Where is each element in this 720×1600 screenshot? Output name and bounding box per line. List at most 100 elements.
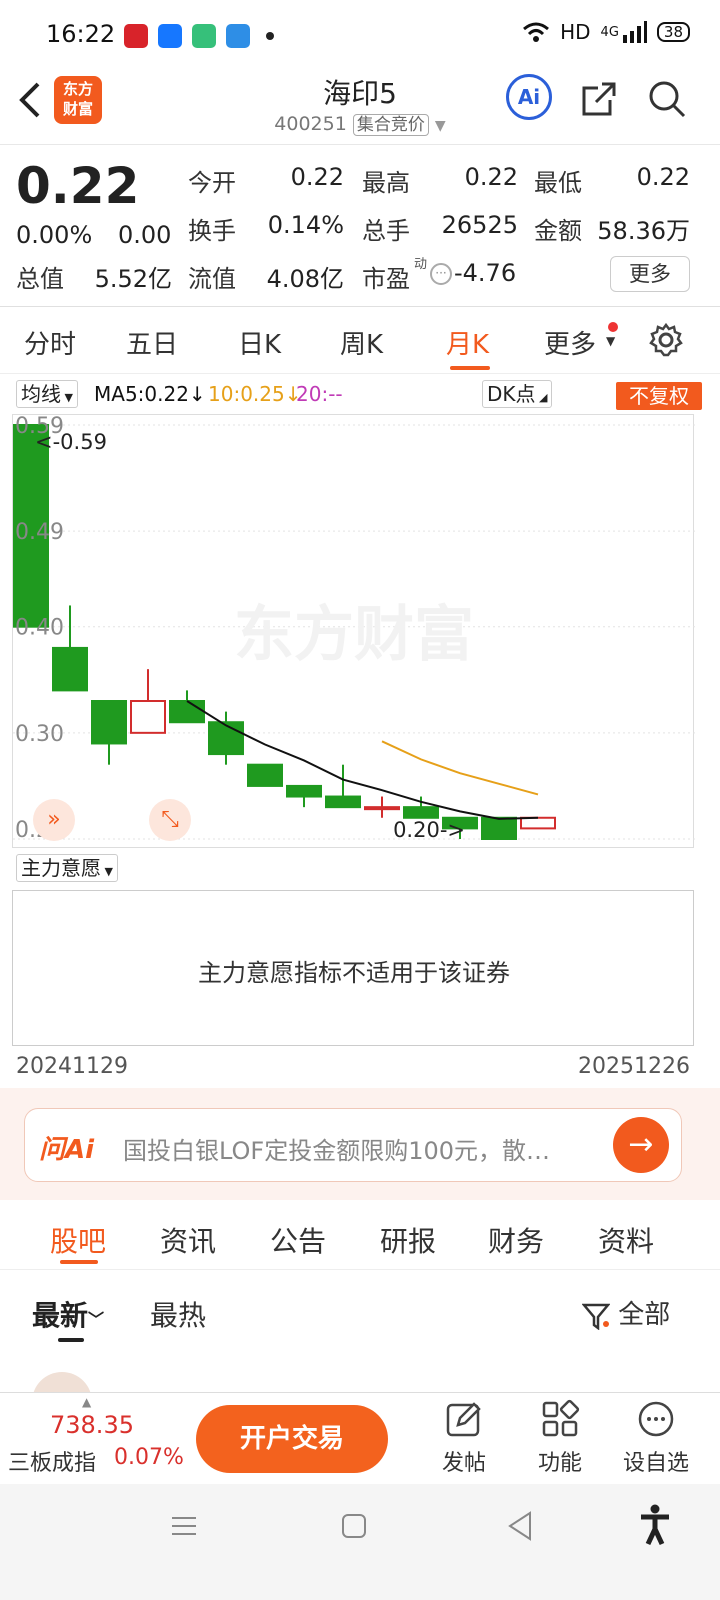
- indicator-select-label: 主力意愿: [21, 856, 101, 880]
- change-percent: 0.00%: [16, 221, 93, 249]
- filter-all-button[interactable]: 全部: [581, 1294, 671, 1331]
- telegram-icon: [226, 24, 250, 48]
- functions-label: 功能: [537, 1451, 582, 1476]
- sort-latest-label: 最新: [32, 1299, 89, 1332]
- chart-start-date: 20241129: [16, 1054, 128, 1079]
- y-tick-label: 0.49: [15, 520, 64, 545]
- tab-more[interactable]: 更多: [544, 324, 596, 361]
- candle-body: [403, 806, 439, 819]
- open-label: 今开: [188, 169, 236, 197]
- edit-icon: [446, 1402, 481, 1437]
- active-tab-indicator: [450, 366, 490, 370]
- change-value: 0.00: [118, 221, 172, 249]
- candle-body: [91, 700, 127, 745]
- candle-body: [325, 795, 361, 809]
- status-bar: 16:22 HD 4G 38: [0, 0, 720, 70]
- status-time: 16:22: [46, 20, 116, 48]
- turnover-label: 换手: [188, 217, 236, 245]
- ai-question-text: 国投白银LOF定投金额限购100元，散…: [123, 1137, 551, 1165]
- share-icon[interactable]: [580, 80, 618, 118]
- system-nav-bar: [0, 1484, 720, 1600]
- more-fields-button[interactable]: 更多: [610, 256, 690, 292]
- filter-all-label: 全部: [618, 1300, 671, 1330]
- accessibility-icon[interactable]: [638, 1504, 672, 1546]
- open-account-trade-button[interactable]: 开户交易: [196, 1405, 388, 1473]
- gear-icon[interactable]: [648, 322, 684, 358]
- index-name[interactable]: 三板成指: [8, 1445, 96, 1477]
- caret-down-icon: ▼: [61, 391, 73, 404]
- tab-guba[interactable]: 股吧: [50, 1220, 106, 1260]
- more-notifications-dot: [266, 32, 274, 40]
- tab-finance[interactable]: 财务: [488, 1220, 544, 1260]
- candle-body: [130, 700, 166, 734]
- indicator-panel: 主力意愿指标不适用于该证券: [12, 890, 694, 1046]
- sort-latest[interactable]: 最新﹀: [32, 1294, 104, 1334]
- caret-up-icon: ▲: [82, 1395, 92, 1409]
- caret-icon: ◢: [535, 391, 548, 404]
- fullscreen-icon[interactable]: ⤡: [149, 799, 191, 841]
- menu-icon[interactable]: [170, 1512, 198, 1540]
- amount-label: 金额: [534, 217, 582, 245]
- candle-body: [286, 784, 322, 798]
- section-tabs: 股吧 资讯 公告 研报 财务 资料: [0, 1200, 720, 1270]
- candle-body: [169, 700, 205, 724]
- candle-body: [481, 816, 517, 840]
- tab-daily-k[interactable]: 日K: [238, 324, 281, 361]
- ai-assistant-icon[interactable]: Ai: [506, 74, 552, 120]
- search-icon[interactable]: [648, 80, 686, 118]
- signal-label: 4G: [600, 24, 619, 40]
- home-icon[interactable]: [340, 1512, 368, 1540]
- tab-monthly-k[interactable]: 月K: [446, 324, 489, 361]
- tab-research[interactable]: 研报: [380, 1220, 436, 1260]
- tab-weekly-k[interactable]: 周K: [340, 324, 383, 361]
- tab-news[interactable]: 资讯: [160, 1220, 216, 1260]
- tab-profile[interactable]: 资料: [598, 1220, 654, 1260]
- sort-hot[interactable]: 最热: [150, 1294, 206, 1334]
- kline-chart[interactable]: 东方财富0.590.490.400.300.20<-0.590.20-> » ⤡: [12, 414, 695, 848]
- ma10-line: [381, 740, 539, 796]
- notification-app-icon: [124, 24, 148, 48]
- arrow-right-icon[interactable]: →: [613, 1117, 669, 1173]
- post-label: 发帖: [441, 1451, 486, 1476]
- new-badge-dot: [608, 322, 618, 332]
- tab-announcements[interactable]: 公告: [270, 1220, 326, 1260]
- candle-body: [52, 646, 88, 692]
- indicator-message: 主力意愿指标不适用于该证券: [198, 959, 510, 987]
- functions-button[interactable]: 功能: [520, 1399, 600, 1477]
- add-watchlist-button[interactable]: 设自选: [616, 1399, 696, 1477]
- float-cap-label: 流值: [188, 265, 236, 293]
- high-value: 0.22: [464, 163, 518, 191]
- tab-five-day[interactable]: 五日: [126, 324, 178, 361]
- chart-end-date: 20251226: [578, 1054, 690, 1079]
- add-watchlist-label: 设自选: [622, 1451, 689, 1476]
- ask-ai-logo: 问Ai: [39, 1135, 95, 1165]
- quote-panel: 0.22 0.00% 0.00 今开 0.22 最高 0.22 最低 0.22 …: [0, 145, 720, 307]
- expand-left-icon[interactable]: »: [33, 799, 75, 841]
- candle-body: [208, 721, 244, 756]
- post-button[interactable]: 发帖: [424, 1399, 504, 1477]
- signal-icon: [622, 21, 647, 43]
- dk-point-select[interactable]: DK点 ◢: [482, 380, 553, 408]
- ai-question-bar[interactable]: 问Ai 国投白银LOF定投金额限购100元，散… →: [24, 1108, 682, 1182]
- chart-watermark: 东方财富: [234, 600, 474, 670]
- ai-question-band: 问Ai 国投白银LOF定投金额限购100元，散… →: [0, 1088, 720, 1200]
- max-price-label: <-0.59: [35, 430, 107, 454]
- auction-tag[interactable]: 集合竞价: [352, 114, 429, 136]
- info-dots-icon[interactable]: ···: [430, 263, 452, 285]
- ma-select[interactable]: 均线 ▼: [16, 380, 78, 408]
- tab-intraday[interactable]: 分时: [24, 324, 76, 361]
- volume-value: 26525: [441, 211, 518, 239]
- back-nav-icon[interactable]: [506, 1510, 534, 1542]
- adjust-toggle-button[interactable]: 不复权: [616, 382, 702, 410]
- index-value[interactable]: 738.35: [50, 1411, 134, 1439]
- network-label: HD: [560, 20, 591, 44]
- min-price-label: 0.20->: [393, 818, 465, 842]
- caret-down-icon: ▼: [101, 865, 113, 878]
- wifi-icon: [523, 22, 550, 42]
- total-cap-label: 总值: [16, 265, 64, 293]
- indicator-select[interactable]: 主力意愿 ▼: [16, 854, 118, 882]
- battery-icon: 38: [656, 22, 690, 42]
- bottom-action-bar: ▲ 738.35 三板成指 0.07% 开户交易 发帖 功能 设自选: [0, 1392, 720, 1484]
- alipay-icon: [158, 24, 182, 48]
- stock-code: 400251: [274, 113, 347, 135]
